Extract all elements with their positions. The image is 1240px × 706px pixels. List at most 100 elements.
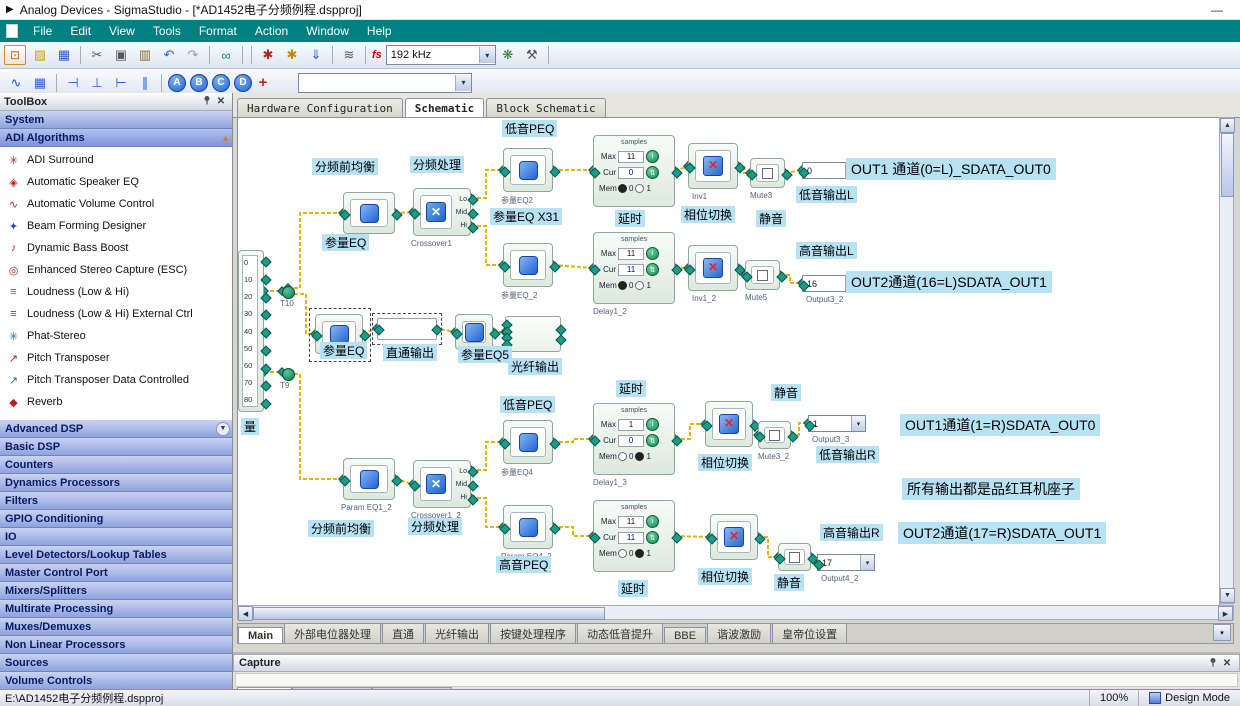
delay-block[interactable]: samplesMax11iCur11⇅Mem01: [593, 500, 675, 572]
toolbox-section-dynamics-processors[interactable]: Dynamics Processors: [0, 474, 232, 492]
schematic-label[interactable]: OUT1 通道(0=L)_SDATA_OUT0: [846, 158, 1056, 180]
phase-invert-block[interactable]: ✕: [688, 245, 738, 291]
grid-toggle-icon[interactable]: ▦: [28, 72, 52, 94]
sheet-tab-dropdown-icon[interactable]: ▾: [1213, 624, 1231, 641]
field-value[interactable]: 0: [618, 167, 644, 179]
mem-radio[interactable]: [618, 184, 627, 193]
toolbox-section-system[interactable]: System: [0, 111, 232, 129]
delay-block[interactable]: samplesMax11iCur0⇅Mem01: [593, 135, 675, 207]
schematic-label[interactable]: 高音输出L: [796, 242, 857, 259]
toolbox-section-muxes-demuxes[interactable]: Muxes/Demuxes: [0, 618, 232, 636]
schematic-label[interactable]: 延时: [615, 210, 645, 227]
sample-rate-select[interactable]: 192 kHz ▾: [386, 45, 496, 65]
wire-node[interactable]: [282, 286, 295, 299]
schematic-label[interactable]: 低音PEQ: [502, 120, 557, 137]
schematic-label[interactable]: 分频前均衡: [308, 520, 374, 537]
mem-radio[interactable]: [618, 281, 627, 290]
wire[interactable]: [471, 170, 503, 198]
menu-format[interactable]: Format: [190, 22, 246, 40]
toolbox-item-adi-surround[interactable]: ✳ADI Surround: [0, 149, 232, 171]
mem-radio[interactable]: [635, 452, 644, 461]
mem-radio[interactable]: [618, 452, 627, 461]
schematic-label[interactable]: 静音: [771, 384, 801, 401]
mute-block[interactable]: [745, 260, 780, 290]
crossover-block[interactable]: ✕LoMidHi: [413, 460, 471, 508]
preset-combobox[interactable]: ▾: [298, 73, 472, 93]
add-icon[interactable]: +: [254, 74, 272, 91]
link-project-icon[interactable]: ∞: [214, 44, 238, 66]
schematic-label[interactable]: 相位切换: [698, 568, 752, 585]
scroll-left-button[interactable]: ◀: [238, 606, 253, 621]
mute-block[interactable]: [758, 421, 791, 449]
schematic-label[interactable]: 量: [241, 418, 259, 435]
chevron-down-icon[interactable]: ▾: [860, 555, 874, 570]
distribute-icon[interactable]: ∥: [133, 72, 157, 94]
stepper-icon[interactable]: i: [646, 150, 659, 163]
sheet-tab-bbe[interactable]: BBE: [664, 627, 706, 643]
sheet-tab-item-4[interactable]: 按键处理程序: [490, 623, 576, 643]
schematic-label[interactable]: 静音: [774, 574, 804, 591]
toolbox-section-adi-algorithms[interactable]: ADI Algorithms▲: [0, 129, 232, 147]
menu-view[interactable]: View: [100, 22, 144, 40]
wire-node[interactable]: [282, 368, 295, 381]
toolbox-item-beam-forming-designer[interactable]: ✦Beam Forming Designer: [0, 215, 232, 237]
toolbox-item-loudness-low-hi[interactable]: ≡Loudness (Low & Hi): [0, 281, 232, 303]
mute-checkbox[interactable]: [757, 270, 768, 281]
link-compile-connect-icon[interactable]: ✱: [256, 44, 280, 66]
field-value[interactable]: 11: [618, 516, 644, 528]
save-project-icon[interactable]: ▦: [52, 44, 76, 66]
sheet-tab-main[interactable]: Main: [238, 627, 283, 643]
toolbox-section-multirate-processing[interactable]: Multirate Processing: [0, 600, 232, 618]
chevron-down-icon[interactable]: ▾: [851, 416, 865, 431]
mute-checkbox[interactable]: [789, 552, 800, 563]
crossover-block[interactable]: ✕LoMidHi: [413, 188, 471, 236]
tab-hardware-configuration[interactable]: Hardware Configuration: [237, 98, 403, 117]
vertical-scrollbar[interactable]: ▲ ▼: [1219, 117, 1234, 604]
settings-icon[interactable]: ❋: [496, 44, 520, 66]
redo-icon[interactable]: ↷: [181, 44, 205, 66]
menu-tools[interactable]: Tools: [144, 22, 190, 40]
schematic-label[interactable]: 直通输出: [383, 344, 437, 361]
schematic-label[interactable]: 分频前均衡: [312, 158, 378, 175]
undo-icon[interactable]: ↶: [157, 44, 181, 66]
menu-action[interactable]: Action: [246, 22, 297, 40]
toolbox-section-advanced-dsp[interactable]: Advanced DSP▼: [0, 420, 232, 438]
schematic-label[interactable]: 参量EQ: [320, 342, 367, 359]
sheet-tab-item-8[interactable]: 皇帝位设置: [772, 623, 847, 643]
schematic-label[interactable]: 分频处理: [408, 518, 462, 535]
stepper-icon[interactable]: i: [646, 418, 659, 431]
pin-icon[interactable]: [1206, 657, 1220, 670]
mem-radio[interactable]: [635, 184, 644, 193]
close-icon[interactable]: ✕: [214, 96, 228, 107]
schematic-label[interactable]: 低音输出L: [796, 186, 857, 203]
toolbox-item-pitch-transposer[interactable]: ↗Pitch Transposer: [0, 347, 232, 369]
toolbox-item-pitch-transposer-data-controlled[interactable]: ↗Pitch Transposer Data Controlled: [0, 369, 232, 391]
paste-icon[interactable]: ▥: [133, 44, 157, 66]
schematic-canvas[interactable]: 01020304050607080T10T9✕LoMidHiCrossover1…: [237, 117, 1220, 606]
badge-c[interactable]: C: [212, 74, 230, 92]
schematic-label[interactable]: 参量EQ X31: [490, 208, 562, 225]
schematic-label[interactable]: 延时: [618, 580, 648, 597]
schematic-label[interactable]: 低音PEQ: [500, 396, 555, 413]
close-icon[interactable]: ✕: [1220, 658, 1234, 669]
open-project-icon[interactable]: ▨: [28, 44, 52, 66]
eq-block[interactable]: [503, 148, 553, 192]
export-system-files-icon[interactable]: ⇓: [304, 44, 328, 66]
input-channels-block[interactable]: 01020304050607080: [238, 250, 264, 412]
schematic-label[interactable]: 高音PEQ: [496, 556, 551, 573]
align-left-icon[interactable]: ⊣: [61, 72, 85, 94]
mem-radio[interactable]: [618, 549, 627, 558]
schematic-label[interactable]: 所有输出都是品红耳机座子: [902, 478, 1080, 500]
eq-block[interactable]: [343, 192, 395, 234]
eq-block[interactable]: [503, 420, 553, 464]
tab-schematic[interactable]: Schematic: [405, 98, 485, 118]
stepper-icon[interactable]: ⇅: [646, 166, 659, 179]
build-tools-icon[interactable]: ⚒: [520, 44, 544, 66]
wire[interactable]: [471, 442, 503, 470]
schematic-label[interactable]: OUT1通道(1=R)SDATA_OUT0: [900, 414, 1100, 436]
cut-icon[interactable]: ✂: [85, 44, 109, 66]
copy-icon[interactable]: ▣: [109, 44, 133, 66]
schematic-label[interactable]: 相位切换: [698, 454, 752, 471]
zoom-level[interactable]: 100%: [1089, 690, 1138, 706]
schematic-label[interactable]: 参量EQ: [322, 234, 369, 251]
